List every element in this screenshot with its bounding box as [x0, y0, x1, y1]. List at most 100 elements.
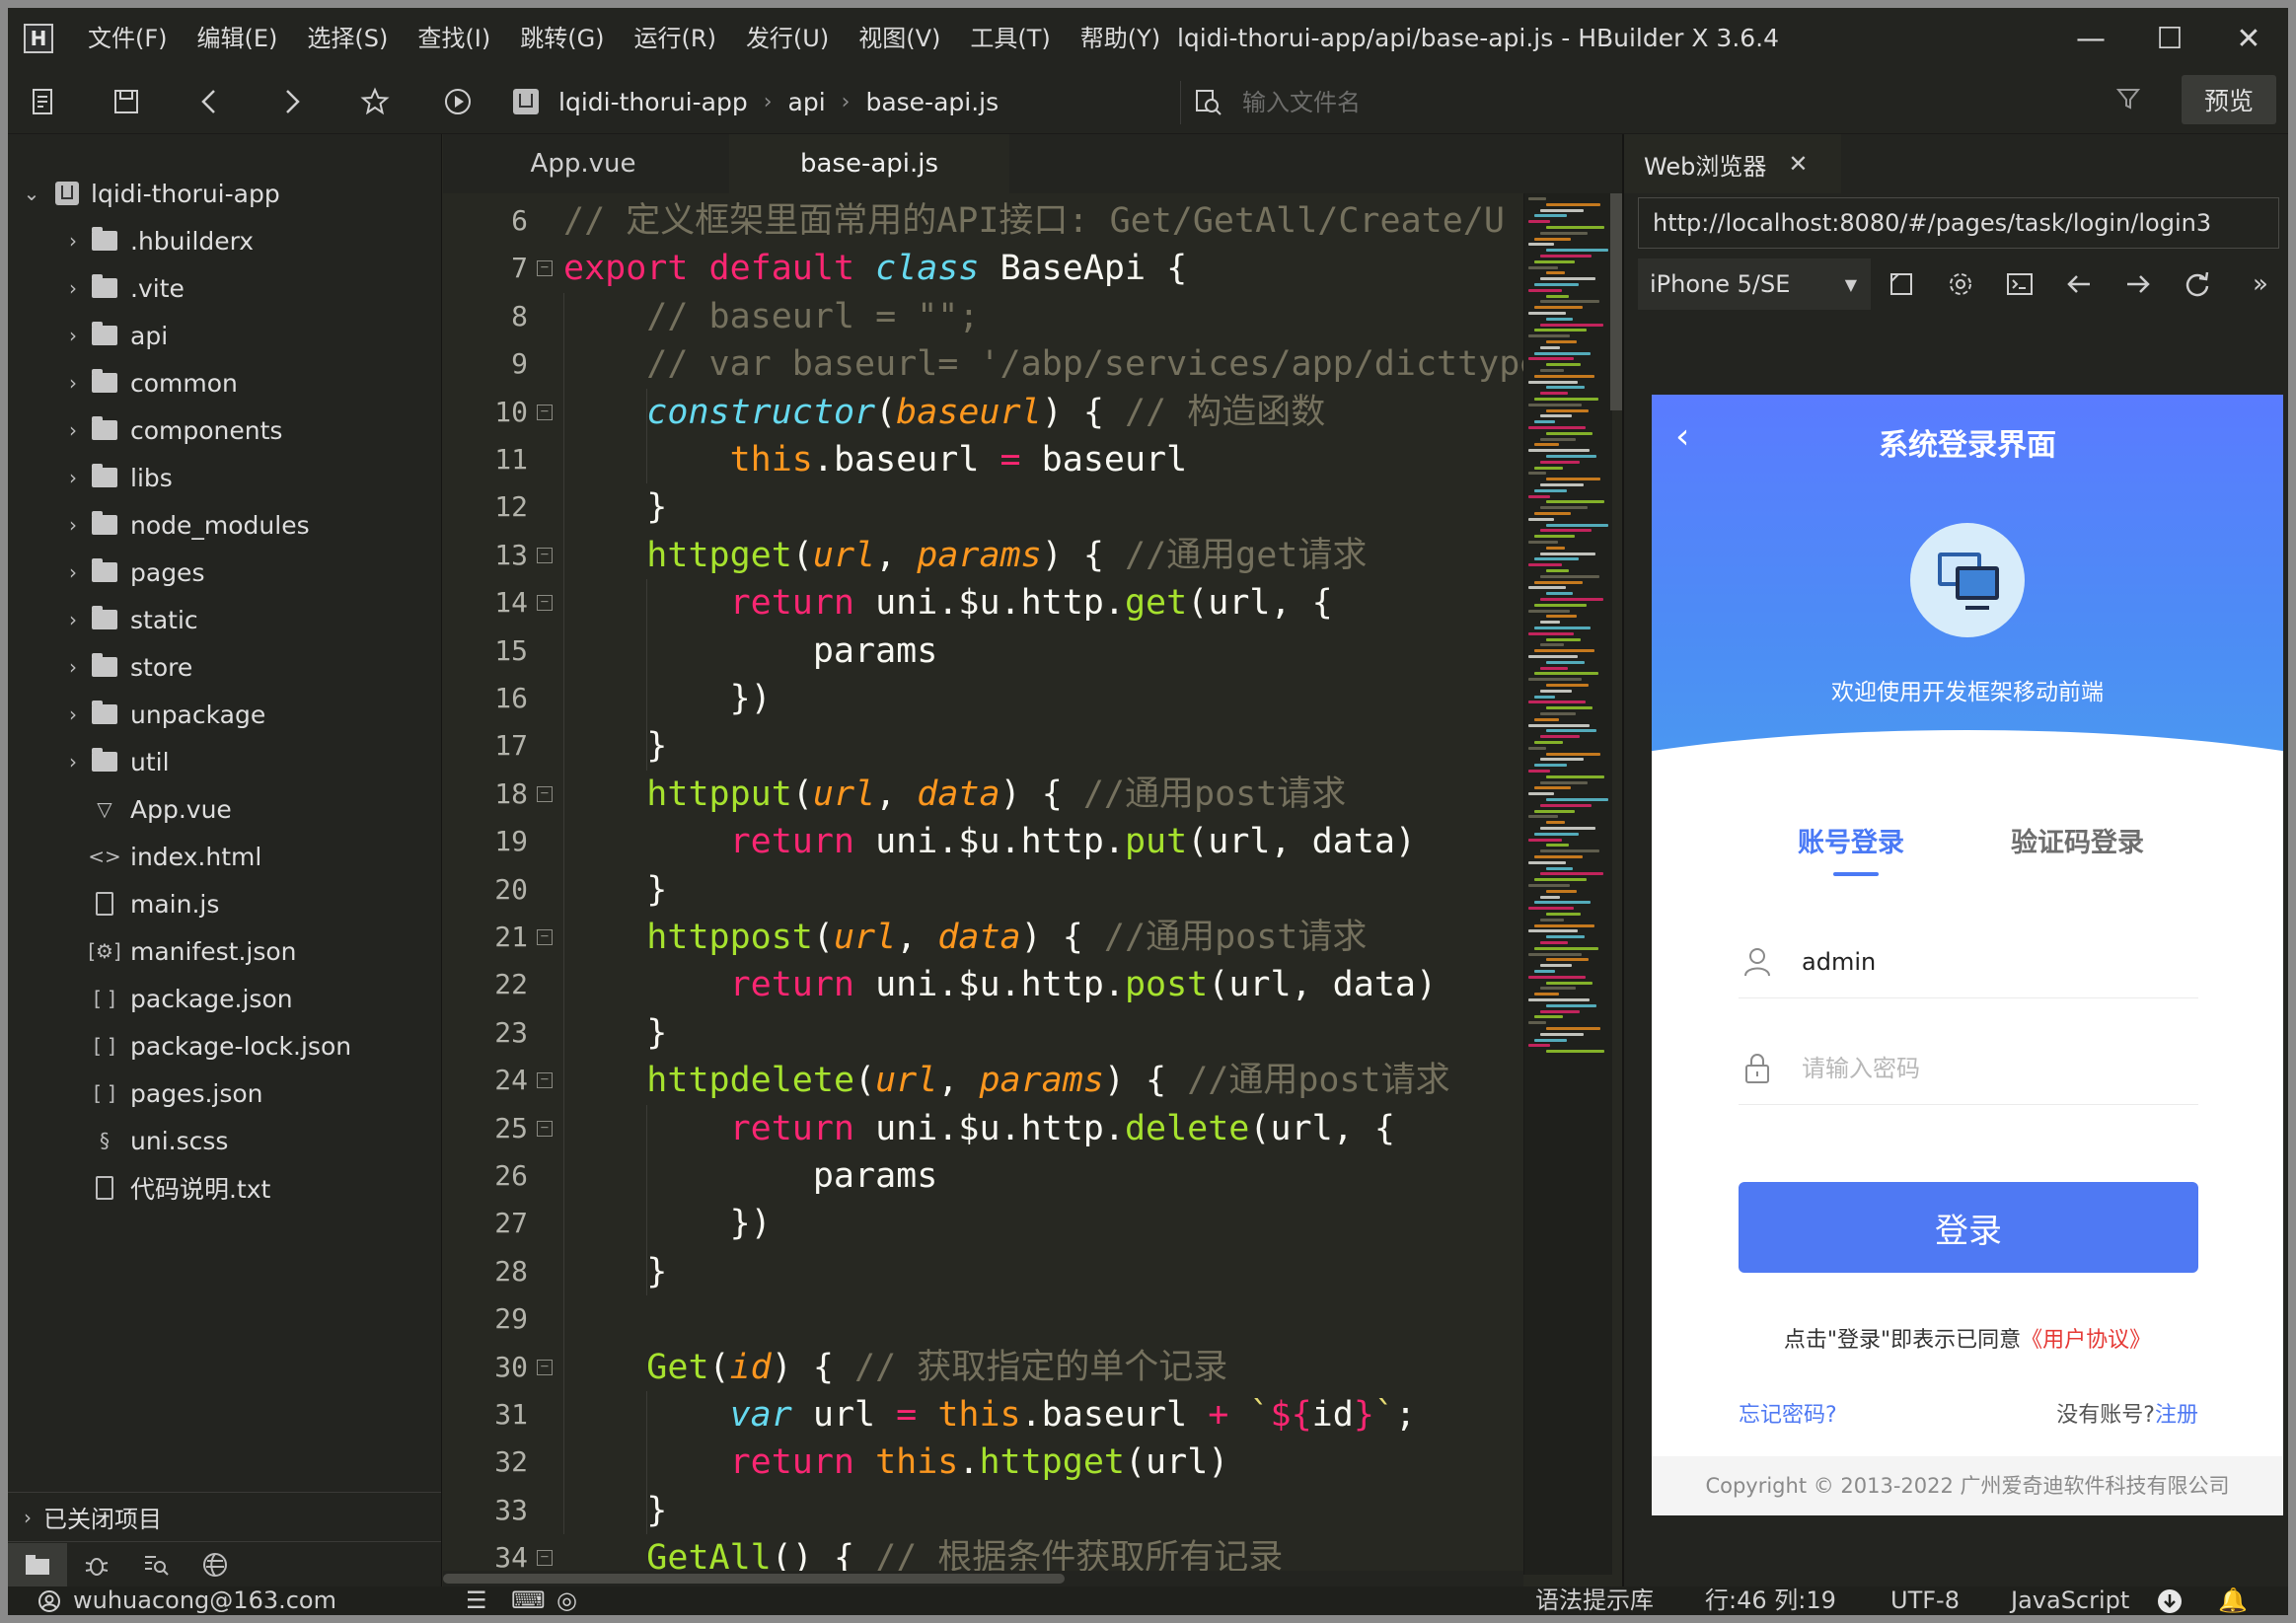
menu-item-1[interactable]: 编辑(E) — [183, 8, 293, 69]
encoding[interactable]: UTF-8 — [1890, 1586, 1960, 1615]
chevron-right-icon[interactable]: › — [63, 750, 83, 774]
tree-item[interactable]: › node_modules — [8, 501, 441, 549]
tree-item[interactable]: › static — [8, 596, 441, 643]
tree-item[interactable]: main.js — [8, 880, 441, 927]
menu-item-9[interactable]: 帮助(Y) — [1066, 8, 1175, 69]
refresh-icon[interactable] — [2177, 262, 2218, 306]
device-select[interactable]: iPhone 5/SE ▼ — [1638, 258, 1871, 310]
forgot-password-link[interactable]: 忘记密码? — [1739, 1397, 1837, 1429]
chevron-right-icon[interactable]: › — [63, 655, 83, 679]
code-line[interactable]: 8 // baseurl = ""; — [443, 293, 1523, 340]
account-label[interactable]: wuhuacong@163.com — [73, 1586, 336, 1615]
tree-item[interactable]: › api — [8, 312, 441, 359]
code-line[interactable]: 7− export default class BaseApi { — [443, 245, 1523, 292]
breadcrumb-file[interactable]: base-api.js — [865, 88, 999, 116]
code-line[interactable]: 10− constructor(baseurl) { // 构造函数 — [443, 389, 1523, 436]
code-line[interactable]: 14− return uni.$u.http.get(url, { — [443, 579, 1523, 627]
username-input[interactable] — [1802, 947, 2177, 976]
scrollbar-thumb[interactable] — [443, 1574, 1065, 1584]
close-icon[interactable]: ✕ — [1788, 150, 1808, 178]
fold-toggle-icon[interactable]: − — [537, 547, 553, 563]
fold-toggle-icon[interactable]: − — [537, 1359, 553, 1375]
code-line[interactable]: 16 }) — [443, 675, 1523, 722]
tree-item[interactable]: › components — [8, 406, 441, 454]
code-line[interactable]: 13− httpget(url, params) { //通用get请求 — [443, 532, 1523, 579]
login-button[interactable]: 登录 — [1739, 1182, 2198, 1273]
menu-item-3[interactable]: 查找(I) — [403, 8, 505, 69]
save-icon[interactable] — [97, 74, 156, 129]
tree-item[interactable]: [ ] package-lock.json — [8, 1022, 441, 1070]
tree-item[interactable]: › unpackage — [8, 691, 441, 738]
cursor-position[interactable]: 行:46 列:19 — [1705, 1586, 1836, 1615]
chevron-down-icon[interactable]: ⌄ — [22, 182, 41, 205]
project-tab-icon[interactable] — [8, 1542, 67, 1586]
menu-item-4[interactable]: 跳转(G) — [505, 8, 619, 69]
chevron-right-icon[interactable]: › — [63, 371, 83, 395]
project-root[interactable]: ⌄ lqidi-thorui-app — [8, 170, 441, 217]
new-file-icon[interactable] — [14, 74, 73, 129]
forward-icon[interactable] — [262, 74, 322, 129]
code-line[interactable]: 32 return this.httpget(url) — [443, 1439, 1523, 1486]
tree-item[interactable]: 代码说明.txt — [8, 1164, 441, 1212]
tab-app-vue[interactable]: App.vue — [443, 134, 723, 193]
tree-item[interactable]: › common — [8, 359, 441, 406]
tree-item[interactable]: [⚙] manifest.json — [8, 927, 441, 975]
code-line[interactable]: 24− httpdelete(url, params) { //通用post请求 — [443, 1057, 1523, 1104]
outline-icon[interactable]: ☰ — [466, 1586, 487, 1615]
search-tab-icon[interactable] — [126, 1543, 185, 1586]
chevron-right-icon[interactable]: › — [63, 702, 83, 726]
tree-item[interactable]: [ ] package.json — [8, 975, 441, 1022]
fold-toggle-icon[interactable]: − — [537, 260, 553, 277]
fold-toggle-icon[interactable]: − — [537, 1550, 553, 1567]
fold-toggle-icon[interactable]: − — [537, 404, 553, 420]
tab-account-login[interactable]: 账号登录 — [1798, 821, 1904, 859]
syntax-library[interactable]: 语法提示库 — [1535, 1586, 1654, 1615]
star-icon[interactable] — [345, 74, 405, 129]
menu-item-5[interactable]: 运行(R) — [620, 8, 731, 69]
tree-item[interactable]: › pages — [8, 549, 441, 596]
preview-button[interactable]: 预览 — [2182, 75, 2276, 124]
menu-item-8[interactable]: 工具(T) — [955, 8, 1065, 69]
tree-item[interactable]: › .vite — [8, 264, 441, 312]
code-line[interactable]: 33 } — [443, 1487, 1523, 1534]
back-arrow-icon[interactable] — [2058, 262, 2100, 306]
tree-item[interactable]: [ ] pages.json — [8, 1070, 441, 1117]
chevron-right-icon[interactable]: › — [63, 466, 83, 489]
forward-arrow-icon[interactable] — [2117, 262, 2159, 306]
language-mode[interactable]: JavaScript — [2011, 1586, 2129, 1615]
code-area[interactable]: 6// 定义框架里面常用的API接口: Get/GetAll/Create/U 7… — [443, 193, 1523, 1575]
fold-toggle-icon[interactable]: − — [537, 1072, 553, 1089]
tree-item[interactable]: › util — [8, 738, 441, 785]
fold-toggle-icon[interactable]: − — [537, 929, 553, 945]
menu-item-0[interactable]: 文件(F) — [73, 8, 183, 69]
fold-toggle-icon[interactable]: − — [537, 595, 553, 612]
code-line[interactable]: 29 — [443, 1295, 1523, 1343]
code-line[interactable]: 17 } — [443, 722, 1523, 770]
globe-icon[interactable]: ◎ — [556, 1586, 577, 1615]
back-icon[interactable] — [180, 74, 239, 129]
password-input[interactable] — [1802, 1054, 2177, 1082]
account-icon[interactable] — [37, 1586, 65, 1615]
tree-item[interactable]: § uni.scss — [8, 1117, 441, 1164]
closed-projects[interactable]: › 已关闭项目 — [8, 1492, 441, 1541]
chevron-right-icon[interactable]: › — [63, 229, 83, 253]
file-search-input[interactable] — [1242, 89, 1834, 116]
code-line[interactable]: 27 }) — [443, 1200, 1523, 1247]
tree-item[interactable]: <> index.html — [8, 833, 441, 880]
breadcrumb-project[interactable]: lqidi-thorui-app — [558, 88, 748, 116]
chevron-right-icon[interactable]: › — [63, 560, 83, 584]
menu-item-2[interactable]: 选择(S) — [292, 8, 403, 69]
minimize-button[interactable]: — — [2051, 8, 2130, 69]
code-line[interactable]: 20 } — [443, 866, 1523, 914]
chevron-right-icon[interactable]: › — [63, 276, 83, 300]
menu-item-6[interactable]: 发行(U) — [731, 8, 844, 69]
vertical-scrollbar[interactable] — [1610, 193, 1622, 410]
maximize-button[interactable]: ☐ — [2130, 8, 2209, 69]
code-line[interactable]: 6 // 定义框架里面常用的API接口: Get/GetAll/Create/U — [443, 197, 1523, 245]
code-line[interactable]: 26 params — [443, 1152, 1523, 1200]
debug-tab-icon[interactable] — [67, 1543, 126, 1586]
user-agreement-link[interactable]: 《用户协议》 — [2021, 1328, 2151, 1353]
breadcrumb-folder[interactable]: api — [788, 88, 826, 116]
minimap[interactable] — [1523, 193, 1612, 1575]
fold-toggle-icon[interactable]: − — [537, 785, 553, 802]
